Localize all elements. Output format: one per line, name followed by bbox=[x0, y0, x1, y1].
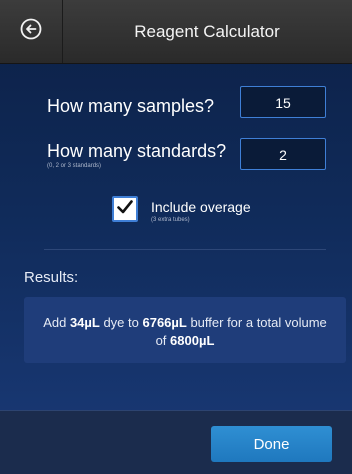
back-arrow-circle-icon bbox=[20, 18, 42, 45]
page-title: Reagent Calculator bbox=[134, 21, 280, 41]
standards-label: How many standards? bbox=[47, 141, 227, 161]
back-button[interactable] bbox=[0, 0, 63, 63]
samples-input[interactable]: 15 bbox=[240, 86, 326, 118]
standards-hint: (0, 2 or 3 standards) bbox=[47, 163, 102, 169]
standards-input[interactable]: 2 bbox=[240, 138, 326, 170]
include-overage-hint: (3 extra tubes) bbox=[151, 217, 190, 223]
samples-label: How many samples? bbox=[47, 96, 215, 116]
checkmark-icon bbox=[116, 198, 134, 221]
dye-volume: 34µL bbox=[69, 315, 100, 330]
results-message: Add 34µL dye to 6766µL buffer for a tota… bbox=[36, 314, 334, 350]
include-overage-label: Include overage bbox=[151, 199, 251, 215]
results-text-1: Add bbox=[43, 315, 70, 330]
results-text-2: dye to bbox=[99, 315, 143, 330]
include-overage-checkbox[interactable] bbox=[112, 196, 138, 222]
done-button[interactable]: Done bbox=[211, 426, 332, 462]
header-bar: Reagent Calculator bbox=[0, 0, 352, 64]
section-divider bbox=[44, 249, 326, 250]
results-heading: Results: bbox=[24, 269, 79, 286]
reagent-calculator-screen: Reagent Calculator How many samples? 15 … bbox=[0, 0, 352, 474]
buffer-volume: 6766µL bbox=[142, 315, 187, 330]
total-volume: 6800µL bbox=[170, 333, 215, 348]
